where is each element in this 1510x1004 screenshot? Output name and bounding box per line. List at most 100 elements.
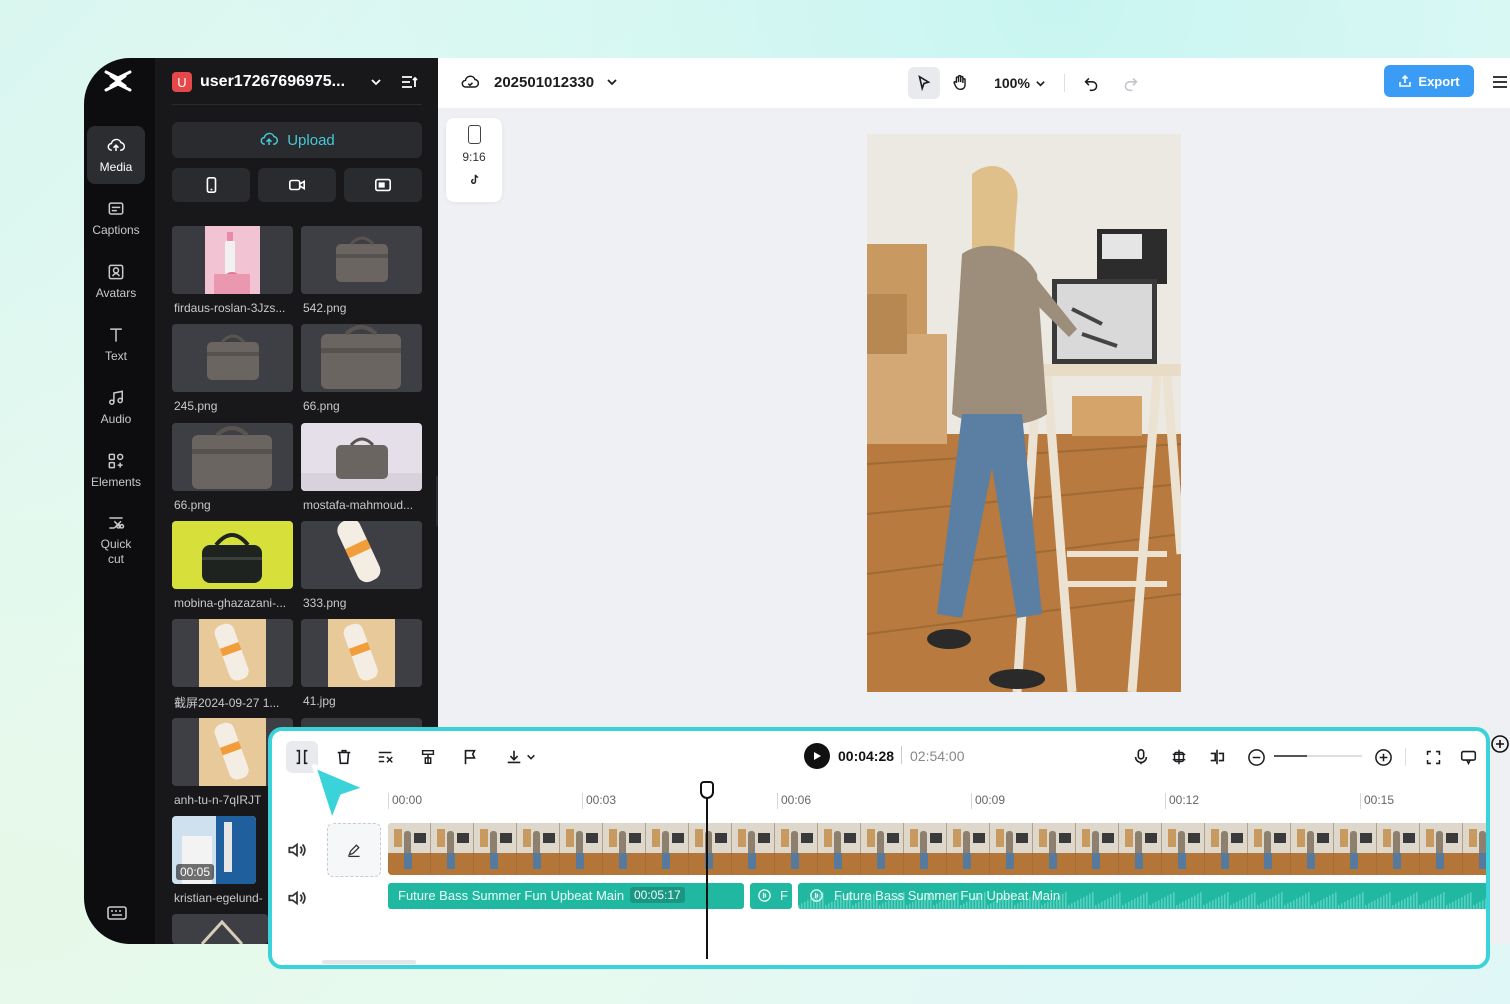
cloud-upload-icon: [260, 132, 279, 145]
phone-source-button[interactable]: [172, 168, 250, 202]
rail-item-captions[interactable]: Captions: [87, 189, 145, 247]
split-align-button[interactable]: [1201, 741, 1233, 773]
rail-label: Media: [99, 160, 133, 174]
collapse-timeline-button[interactable]: [1452, 741, 1484, 773]
download-dropdown-button[interactable]: [498, 741, 542, 773]
aspect-ratio-panel[interactable]: 9:16: [446, 118, 502, 202]
cloud-sync-icon: [461, 75, 480, 88]
select-tool-button[interactable]: [908, 67, 940, 99]
video-preview[interactable]: [867, 134, 1181, 692]
upload-button[interactable]: Upload: [172, 122, 422, 158]
undo-button[interactable]: [1077, 67, 1105, 99]
project-name: 202501012330: [494, 73, 595, 91]
auto-cut-button[interactable]: [370, 741, 402, 773]
media-label: 截屏2024-09-27 1...: [174, 696, 280, 710]
captions-button[interactable]: [412, 741, 444, 773]
chevron-down-icon: [607, 79, 617, 86]
rail-label: Text: [104, 349, 127, 363]
cover-edit-button[interactable]: [327, 823, 381, 877]
avatar-icon: [108, 264, 124, 280]
ruler-tick: 00:00: [392, 793, 423, 807]
rail-item-avatars[interactable]: Avatars: [87, 252, 145, 310]
rail-label: Avatars: [95, 286, 137, 300]
timeline-zoom-slider[interactable]: [1274, 755, 1362, 757]
media-label: 66.png: [303, 399, 340, 413]
media-thumbnail[interactable]: [301, 619, 422, 687]
portrait-ratio-icon: [467, 125, 481, 144]
timeline-ruler[interactable]: 00:00 00:03 00:06 00:09 00:12 00:15: [388, 793, 1486, 809]
sort-icon[interactable]: [400, 73, 418, 91]
captions-icon: [108, 202, 124, 215]
fit-timeline-button[interactable]: [1417, 741, 1449, 773]
monitor-icon: [1460, 750, 1476, 765]
media-thumbnail[interactable]: [301, 521, 422, 589]
redo-button[interactable]: [1116, 67, 1144, 99]
rail-item-text[interactable]: Text: [87, 315, 145, 373]
export-label: Export: [1418, 73, 1460, 89]
export-button[interactable]: Export: [1384, 65, 1474, 97]
account-switcher[interactable]: U user17267696975...: [172, 70, 422, 94]
media-thumbnail[interactable]: [301, 226, 422, 294]
aspect-ratio-label: 9:16: [462, 150, 486, 164]
zoom-out-button[interactable]: [1240, 741, 1272, 773]
fit-screen-icon: [1426, 750, 1440, 764]
top-bar: 202501012330 100% Export: [438, 58, 1510, 108]
rail-item-quick-cut[interactable]: Quick cut: [87, 504, 145, 576]
media-thumbnail[interactable]: [172, 619, 293, 687]
marker-button[interactable]: [454, 741, 486, 773]
cloud-upload-icon: [107, 138, 126, 151]
media-label: 41.jpg: [303, 694, 336, 708]
magnet-snap-icon: [1172, 749, 1186, 765]
elements-icon: [108, 453, 124, 469]
zoom-in-button[interactable]: [1367, 741, 1399, 773]
camera-record-button[interactable]: [258, 168, 336, 202]
zoom-slider-fill: [1274, 755, 1308, 757]
audio-clip[interactable]: Future Bass Summer Fun Upbeat Main: [798, 883, 1486, 909]
rail-item-audio[interactable]: Audio: [87, 378, 145, 436]
keyboard-icon[interactable]: [106, 904, 128, 922]
media-thumbnail[interactable]: [301, 324, 422, 392]
chevron-down-icon[interactable]: [370, 76, 382, 88]
media-thumbnail[interactable]: [301, 423, 422, 491]
add-track-icon[interactable]: [1490, 734, 1510, 754]
playhead[interactable]: [706, 783, 708, 959]
download-icon: [507, 750, 520, 764]
media-thumbnail[interactable]: [172, 226, 293, 294]
media-thumbnail[interactable]: [172, 423, 293, 491]
pencil-icon: [348, 844, 360, 858]
media-thumbnail[interactable]: 00:05: [172, 816, 256, 884]
media-thumbnail[interactable]: [172, 324, 293, 392]
audio-clip[interactable]: Future Bass Summer Fun Upbeat Main 00:05…: [388, 883, 744, 909]
upload-label: Upload: [287, 131, 335, 149]
timeline-horizontal-scrollbar[interactable]: [322, 960, 416, 964]
snap-button[interactable]: [1163, 741, 1195, 773]
media-thumbnail[interactable]: [172, 914, 268, 944]
rail-item-media[interactable]: Media: [87, 126, 145, 184]
screen-record-button[interactable]: [344, 168, 422, 202]
media-thumbnail[interactable]: [172, 521, 293, 589]
playhead-handle[interactable]: [700, 781, 714, 799]
auto-captions-icon: [421, 749, 435, 765]
redo-icon: [1124, 77, 1138, 91]
zoom-dropdown[interactable]: 100%: [990, 67, 1050, 99]
rail-item-elements[interactable]: Elements: [87, 441, 145, 499]
speaker-icon[interactable]: [286, 887, 308, 909]
menu-icon[interactable]: [1490, 72, 1510, 92]
media-label: 245.png: [174, 399, 218, 413]
hand-tool-button[interactable]: [944, 67, 976, 99]
chevron-down-icon: [1036, 80, 1045, 87]
text-icon: [110, 328, 122, 342]
speaker-icon[interactable]: [286, 839, 308, 861]
record-voiceover-button[interactable]: [1125, 741, 1157, 773]
hand-icon: [953, 74, 966, 91]
video-track-clip[interactable]: [388, 823, 1486, 875]
rail-label: Elements: [90, 475, 142, 489]
mouse-pointer-icon: [312, 764, 368, 824]
audio-beat-icon: [810, 889, 823, 902]
ruler-tick: 00:06: [781, 793, 812, 807]
project-title-dropdown[interactable]: 202501012330: [460, 72, 632, 92]
play-button[interactable]: [804, 743, 830, 769]
divider: [172, 104, 422, 105]
audio-clip[interactable]: F: [750, 883, 792, 909]
undo-icon: [1083, 77, 1097, 91]
